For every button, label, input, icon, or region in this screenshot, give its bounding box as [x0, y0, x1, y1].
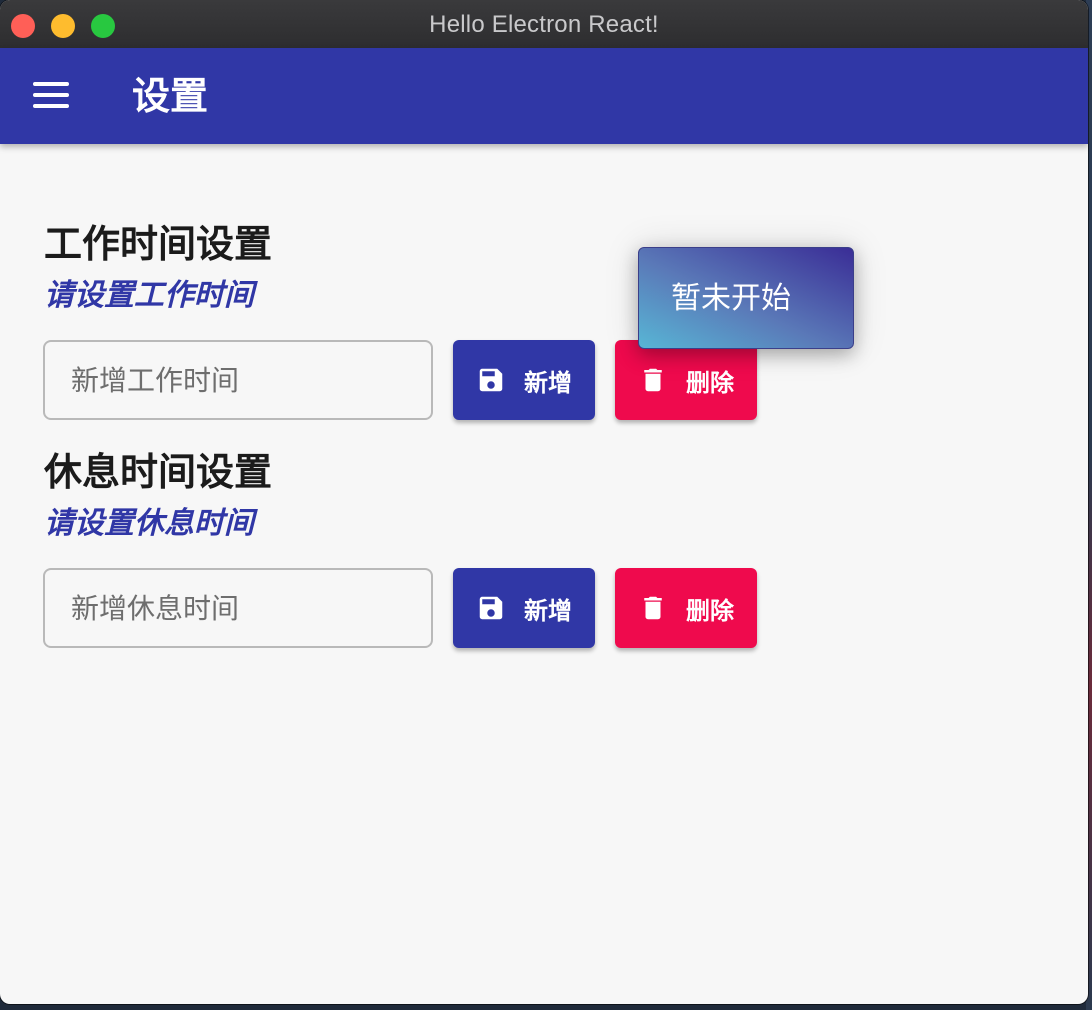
delete-work-time-label: 删除: [686, 368, 734, 397]
delete-rest-time-button[interactable]: 删除: [615, 568, 757, 648]
rest-time-section-subtitle: 请设置休息时间: [44, 506, 254, 541]
rest-time-section-title: 休息时间设置: [44, 450, 273, 494]
work-time-section-subtitle: 请设置工作时间: [44, 278, 254, 313]
window-title: Hello Electron React!: [429, 11, 659, 38]
add-rest-time-label: 新增: [524, 596, 572, 625]
save-icon: [479, 368, 503, 392]
menu-icon-bar-middle: [33, 93, 69, 97]
delete-work-time-button[interactable]: 删除: [615, 340, 757, 420]
trash-icon: [644, 368, 662, 392]
app-bar: 设置: [0, 48, 1088, 144]
menu-icon[interactable]: [33, 82, 69, 108]
new-work-time-input[interactable]: [43, 340, 433, 420]
trash-icon: [644, 596, 662, 620]
app-window: Hello Electron React! 设置 工作时间设置 请设置工作时间 …: [0, 0, 1088, 1004]
menu-icon-bar-bottom: [33, 104, 69, 108]
add-work-time-label: 新增: [524, 368, 572, 397]
menu-icon-bar-top: [33, 82, 69, 86]
window-titlebar[interactable]: Hello Electron React!: [0, 0, 1088, 49]
status-indicator: 暂未开始: [638, 247, 854, 349]
add-rest-time-button[interactable]: 新增: [453, 568, 595, 648]
new-rest-time-input[interactable]: [43, 568, 433, 648]
save-icon: [479, 596, 503, 620]
work-time-section-title: 工作时间设置: [44, 222, 273, 266]
page-title: 设置: [132, 74, 209, 118]
delete-rest-time-label: 删除: [686, 596, 734, 625]
add-work-time-button[interactable]: 新增: [453, 340, 595, 420]
